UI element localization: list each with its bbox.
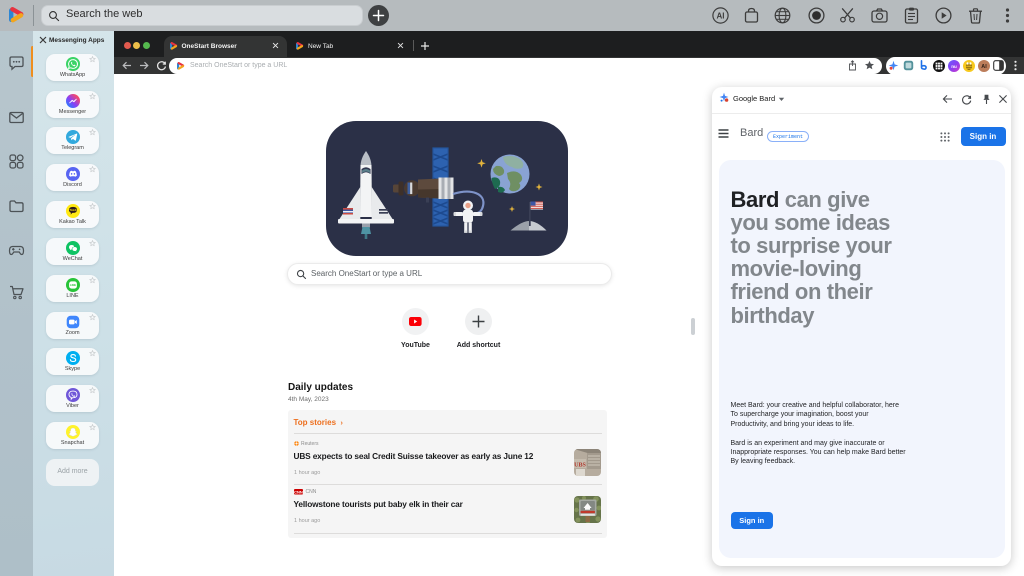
svg-text:CNN: CNN xyxy=(294,489,303,494)
svg-text:AI: AI xyxy=(717,11,725,20)
svg-text:nu: nu xyxy=(951,64,957,69)
svg-text:UBS: UBS xyxy=(574,462,586,468)
svg-text:TALK: TALK xyxy=(69,208,76,212)
svg-text:LINE: LINE xyxy=(69,283,75,287)
svg-text:AI: AI xyxy=(981,64,987,70)
